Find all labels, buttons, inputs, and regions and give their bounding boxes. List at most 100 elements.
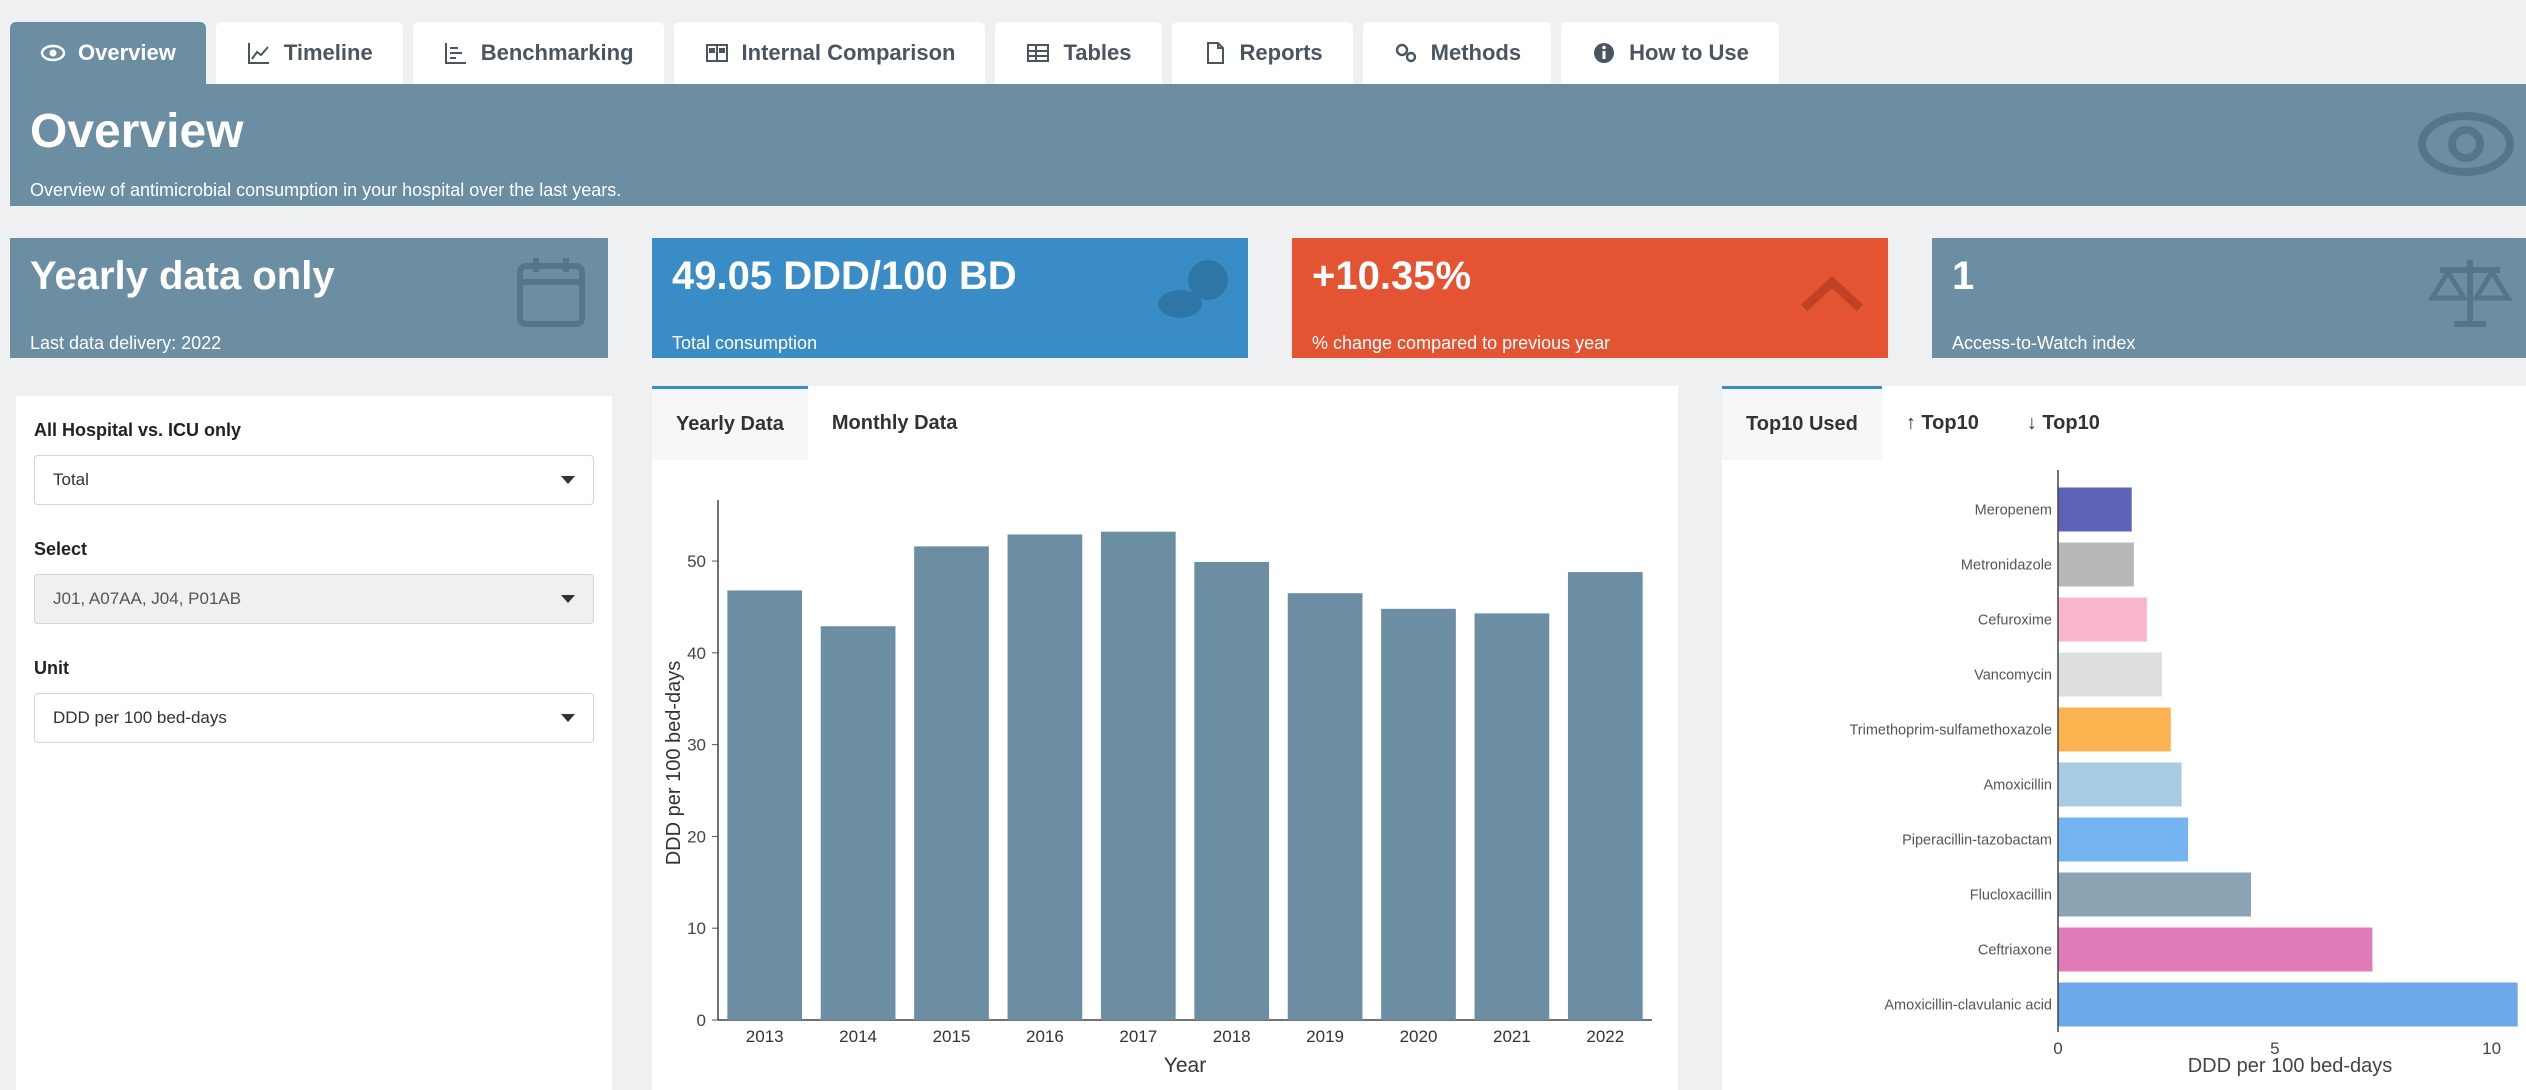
category-label: Amoxicillin: [1984, 778, 2053, 794]
bar: [2058, 817, 2189, 862]
y-tick-label: 10: [687, 919, 706, 938]
scope-select-value: Total: [53, 470, 89, 489]
bar: [2058, 487, 2132, 532]
bar-chart-icon: [444, 43, 466, 64]
tab-benchmarking[interactable]: Benchmarking: [412, 22, 664, 84]
info-circle-icon: [1594, 43, 1615, 63]
bar: [1194, 561, 1270, 1020]
unit-select[interactable]: DDD per 100 bed-days: [34, 693, 594, 743]
bar: [2058, 982, 2518, 1027]
bar: [1007, 534, 1083, 1020]
top10-chart: Meropenem Metronidazole Cefuroxime Vancomyc…: [1849, 470, 2518, 1077]
tab-label: Internal Comparison: [741, 40, 956, 65]
category-label: Vancomycin: [1974, 668, 2052, 684]
y-tick-label: 50: [687, 552, 706, 571]
bar: [2058, 597, 2147, 642]
x-tick-label: 0: [2053, 1039, 2062, 1058]
value-box-label: Total consumption: [672, 333, 818, 353]
tab-label: Benchmarking: [480, 40, 634, 65]
bar: [2058, 872, 2251, 917]
eye-icon: [40, 44, 66, 62]
balance-scale-icon: [2428, 260, 2512, 327]
unit-label: Unit: [34, 658, 69, 678]
antimicrobial-select[interactable]: J01, A07AA, J04, P01AB: [34, 574, 594, 624]
y-tick-label: 0: [697, 1011, 706, 1030]
bar: [820, 626, 896, 1020]
tab-label: Timeline: [283, 40, 373, 65]
bar: [2058, 927, 2373, 972]
page-title: Overview: [30, 105, 244, 158]
nav-tabs: Overview Timeline Benchmarking Internal …: [10, 22, 1779, 84]
caret-down-icon: [561, 595, 575, 603]
value-box-value: 49.05 DDD/100 BD: [672, 254, 1017, 298]
scope-select[interactable]: Total: [34, 455, 594, 505]
tab-label: Reports: [1239, 40, 1323, 65]
bar: [1100, 531, 1176, 1020]
bar: [2058, 762, 2182, 807]
category-label: Meropenem: [1975, 503, 2052, 519]
page-header: Overview Overview of antimicrobial consu…: [10, 84, 2526, 206]
tab-methods[interactable]: Methods: [1362, 22, 1552, 84]
line-chart-icon: [247, 43, 269, 64]
x-tick-label: 2019: [1306, 1027, 1344, 1046]
columns-icon: [705, 44, 728, 62]
x-tick-label: 2018: [1213, 1027, 1251, 1046]
pills-icon: [1158, 260, 1228, 318]
x-tick-label: 2014: [839, 1027, 877, 1046]
tab-tables[interactable]: Tables: [995, 22, 1162, 84]
yearly-chart-panel: Yearly Data Monthly Data 0 10 20 30 40 50 2013…: [652, 386, 1678, 1090]
tab-label: How to Use: [1629, 40, 1749, 65]
scope-label: All Hospital vs. ICU only: [34, 420, 242, 440]
table-icon: [1027, 44, 1050, 62]
page-subtitle: Overview of antimicrobial consumption in…: [30, 180, 622, 200]
bar: [1381, 608, 1456, 1020]
x-tick-label: 2015: [933, 1027, 971, 1046]
category-label: Cefuroxime: [1978, 613, 2052, 629]
value-box-access-watch-index: 1 Access-to-Watch index: [1932, 238, 2526, 358]
category-label: Trimethoprim-sulfamethoxazole: [1849, 723, 2052, 739]
bar: [1567, 572, 1643, 1020]
x-tick-label: 2013: [746, 1027, 784, 1046]
value-box-label: % change compared to previous year: [1312, 333, 1611, 353]
bar: [2058, 652, 2163, 697]
filter-sidebar: All Hospital vs. ICU only Total Select J…: [16, 396, 612, 1090]
tab-timeline[interactable]: Timeline: [215, 22, 403, 84]
value-box-percent-change: +10.35% % change compared to previous ye…: [1292, 238, 1888, 358]
category-label: Metronidazole: [1961, 558, 2052, 574]
category-label: Ceftriaxone: [1978, 943, 2052, 959]
tab-overview[interactable]: Overview: [10, 22, 206, 84]
tab-label: Methods: [1430, 40, 1522, 65]
x-axis-title: DDD per 100 bed-days: [2188, 1055, 2393, 1077]
x-tick-label: 2016: [1026, 1027, 1064, 1046]
tab-label: Overview: [78, 40, 176, 65]
caret-down-icon: [561, 714, 575, 722]
tab-internal-comparison[interactable]: Internal Comparison: [673, 22, 986, 84]
value-box-value: Yearly data only: [30, 254, 335, 298]
category-label: Amoxicillin-clavulanic acid: [1884, 998, 2052, 1014]
category-label: Piperacillin-tazobactam: [1902, 833, 2052, 849]
antimicrobial-select-label: Select: [34, 539, 88, 559]
value-box-total-consumption: 49.05 DDD/100 BD Total consumption: [652, 238, 1248, 358]
x-tick-label: 2021: [1493, 1027, 1531, 1046]
chevron-up-icon: [1800, 275, 1864, 312]
bar: [2058, 542, 2134, 587]
cogs-icon: [1395, 43, 1416, 63]
bar: [2058, 707, 2171, 752]
file-icon: [1206, 42, 1224, 64]
value-box-value: +10.35%: [1312, 254, 1472, 298]
y-tick-label: 40: [687, 644, 706, 663]
value-box-label: Last data delivery: 2022: [30, 333, 222, 353]
tab-label: Tables: [1063, 40, 1132, 65]
tab-how-to-use[interactable]: How to Use: [1561, 22, 1779, 84]
x-tick-label: 2020: [1400, 1027, 1438, 1046]
tab-reports[interactable]: Reports: [1171, 22, 1353, 84]
top10-panel: Top10 Used ↑ Top10 ↓ Top10 Meropenem Metr…: [1722, 386, 2526, 1090]
eye-icon: [2418, 112, 2514, 176]
unit-select-value: DDD per 100 bed-days: [53, 708, 227, 727]
caret-down-icon: [561, 476, 575, 484]
y-axis-title: DDD per 100 bed-days: [663, 661, 685, 866]
value-box-data-frequency: Yearly data only Last data delivery: 202…: [10, 238, 608, 358]
x-axis-title: Year: [1164, 1054, 1206, 1077]
value-box-label: Access-to-Watch index: [1952, 333, 2136, 353]
value-box-value: 1: [1952, 254, 1975, 298]
